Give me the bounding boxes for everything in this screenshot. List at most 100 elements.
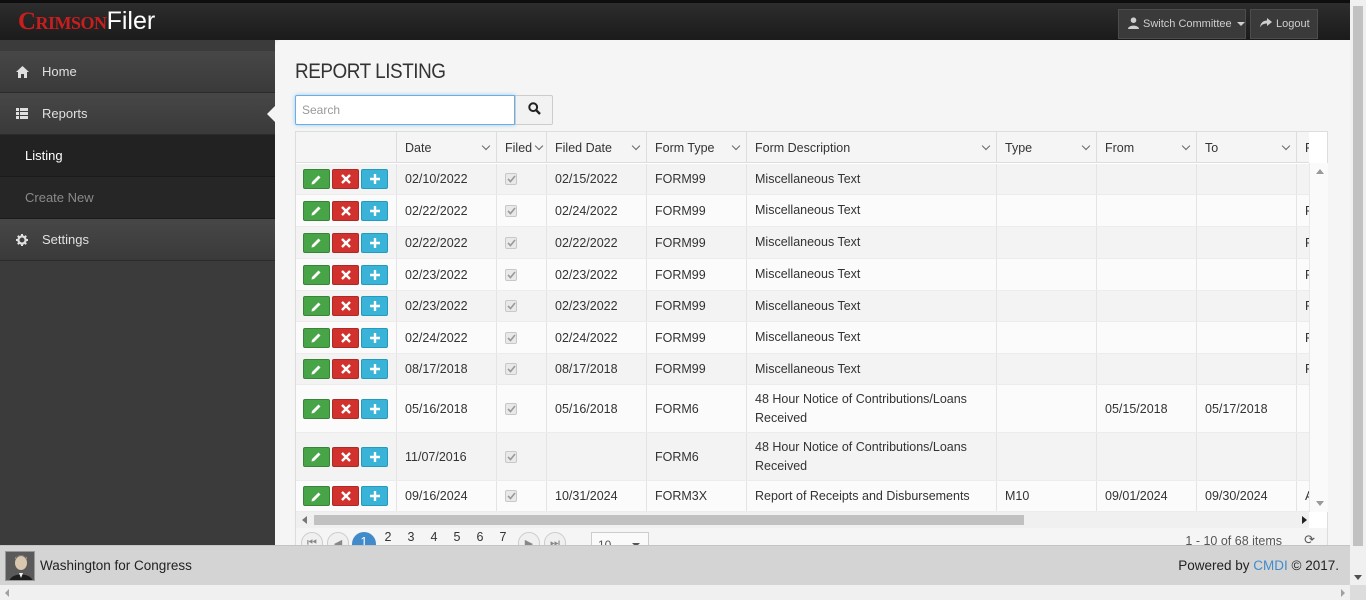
cell-filed-date-text: 05/16/2018 — [555, 401, 618, 416]
column-header-to[interactable]: To — [1197, 132, 1297, 163]
page-link-1[interactable]: 1 — [352, 532, 376, 545]
scroll-left-icon[interactable] — [5, 589, 9, 597]
table-row[interactable]: 02/22/2022 02/24/2022 FORM99 Miscellaneous … — [296, 195, 1309, 227]
scroll-thumb[interactable] — [314, 515, 1024, 525]
table-row[interactable]: 09/16/2024 10/31/2024 FORM3X Report of Rece… — [296, 481, 1309, 512]
page-link-3[interactable]: 3 — [401, 530, 421, 544]
scroll-up-icon[interactable] — [1316, 169, 1324, 174]
cell-form-type-text: FORM99 — [655, 172, 706, 186]
chevron-down-icon[interactable] — [731, 141, 741, 151]
sidebar-subitem-create-new[interactable]: Create New — [0, 177, 275, 219]
search-button[interactable] — [515, 95, 553, 125]
table-row[interactable]: 02/24/2022 02/24/2022 FORM99 Miscellaneous … — [296, 322, 1309, 354]
add-button[interactable] — [361, 169, 388, 189]
page-link-4[interactable]: 4 — [424, 530, 444, 544]
grid-horizontal-scrollbar[interactable] — [296, 512, 1309, 528]
cell-form-description-text: 48 Hour Notice of Contributions/Loans Re… — [755, 391, 967, 425]
page-size-select[interactable]: 10 — [591, 532, 649, 545]
chevron-down-icon[interactable] — [1081, 141, 1091, 151]
sidebar-subitem-listing[interactable]: Listing — [0, 135, 275, 177]
column-header-type[interactable]: Type — [997, 132, 1097, 163]
table-row[interactable]: 02/22/2022 02/22/2022 FORM99 Miscellaneous … — [296, 227, 1309, 259]
add-button[interactable] — [361, 264, 388, 285]
table-row[interactable]: 05/16/2018 05/16/2018 FORM6 48 Hour Notice … — [296, 385, 1309, 433]
column-header-form-type[interactable]: Form Type — [647, 132, 747, 163]
delete-button[interactable] — [332, 398, 359, 419]
brand-logo[interactable]: CrimsonFiler — [18, 7, 155, 36]
scroll-right-icon[interactable] — [1341, 589, 1345, 597]
page-link-6[interactable]: 6 — [470, 530, 490, 544]
first-page-icon[interactable]: ⏮ — [301, 532, 323, 545]
scroll-left-icon[interactable] — [302, 516, 307, 524]
next-page-icon[interactable]: ▶ — [518, 532, 540, 545]
edit-button[interactable] — [303, 398, 330, 419]
table-row[interactable]: 11/07/2016 FORM6 48 Hour Notice of Contrib… — [296, 433, 1309, 481]
delete-button[interactable] — [332, 200, 359, 221]
edit-button[interactable] — [303, 359, 330, 379]
previous-page-icon[interactable]: ◀ — [327, 532, 349, 545]
table-row[interactable]: 02/23/2022 02/23/2022 FORM99 Miscellaneous … — [296, 259, 1309, 291]
add-button[interactable] — [361, 296, 388, 316]
add-button[interactable] — [361, 486, 388, 506]
page-link-5[interactable]: 5 — [447, 530, 467, 544]
add-button[interactable] — [361, 359, 388, 379]
add-button[interactable] — [361, 232, 388, 253]
page-vertical-scrollbar[interactable] — [1350, 0, 1366, 585]
column-header-filed[interactable]: Filed — [497, 132, 547, 163]
table-row[interactable]: 02/10/2022 02/15/2022 FORM99 Miscellaneous … — [296, 164, 1309, 195]
switch-committee-button[interactable]: Switch Committee — [1118, 9, 1246, 39]
page-horizontal-scrollbar[interactable] — [0, 585, 1350, 600]
add-button[interactable] — [361, 200, 388, 221]
scroll-thumb[interactable] — [1353, 6, 1363, 546]
chevron-down-icon[interactable] — [481, 141, 491, 151]
edit-button[interactable] — [303, 296, 330, 316]
refresh-icon[interactable]: ⟳ — [1304, 532, 1315, 545]
column-header-extra[interactable]: F — [1297, 132, 1309, 163]
search-input[interactable] — [295, 95, 515, 125]
close-icon — [340, 237, 351, 248]
cell-to — [1197, 322, 1297, 353]
delete-button[interactable] — [332, 169, 359, 189]
chevron-down-icon[interactable] — [1181, 141, 1191, 151]
edit-button[interactable] — [303, 446, 330, 467]
chevron-down-icon[interactable] — [534, 141, 544, 151]
delete-button[interactable] — [332, 327, 359, 348]
chevron-down-icon[interactable] — [981, 141, 991, 151]
delete-button[interactable] — [332, 486, 359, 506]
page-link-7[interactable]: 7 — [493, 530, 513, 544]
column-header-filed-date[interactable]: Filed Date — [547, 132, 647, 163]
delete-button[interactable] — [332, 296, 359, 316]
chevron-down-icon[interactable] — [1281, 141, 1291, 151]
delete-button[interactable] — [332, 446, 359, 467]
column-header-form-description[interactable]: Form Description — [747, 132, 997, 163]
sidebar-item-settings[interactable]: Settings — [0, 219, 275, 261]
cmdi-link[interactable]: CMDI — [1253, 558, 1288, 573]
edit-button[interactable] — [303, 232, 330, 253]
add-button[interactable] — [361, 398, 388, 419]
add-button[interactable] — [361, 327, 388, 348]
sidebar-item-reports[interactable]: Reports — [0, 93, 275, 135]
edit-button[interactable] — [303, 486, 330, 506]
edit-button[interactable] — [303, 327, 330, 348]
last-page-icon[interactable]: ⏭ — [544, 532, 566, 545]
scroll-down-icon[interactable] — [1316, 501, 1324, 506]
delete-button[interactable] — [332, 359, 359, 379]
column-header-date[interactable]: Date — [397, 132, 497, 163]
edit-button[interactable] — [303, 169, 330, 189]
edit-button[interactable] — [303, 264, 330, 285]
delete-button[interactable] — [332, 232, 359, 253]
logout-button[interactable]: Logout — [1250, 9, 1318, 39]
edit-button[interactable] — [303, 200, 330, 221]
table-row[interactable]: 08/17/2018 08/17/2018 FORM99 Miscellaneous … — [296, 354, 1309, 385]
table-row[interactable]: 02/23/2022 02/23/2022 FORM99 Miscellaneous … — [296, 291, 1309, 322]
scroll-right-icon[interactable] — [1302, 516, 1307, 524]
add-button[interactable] — [361, 446, 388, 467]
column-header-from[interactable]: From — [1097, 132, 1197, 163]
sidebar-item-home[interactable]: Home — [0, 51, 275, 93]
delete-button[interactable] — [332, 264, 359, 285]
chevron-down-icon[interactable] — [631, 141, 641, 151]
grid-vertical-scrollbar[interactable] — [1309, 163, 1328, 512]
avatar — [5, 551, 35, 581]
scroll-down-icon[interactable] — [1354, 575, 1362, 580]
page-link-2[interactable]: 2 — [378, 530, 398, 544]
